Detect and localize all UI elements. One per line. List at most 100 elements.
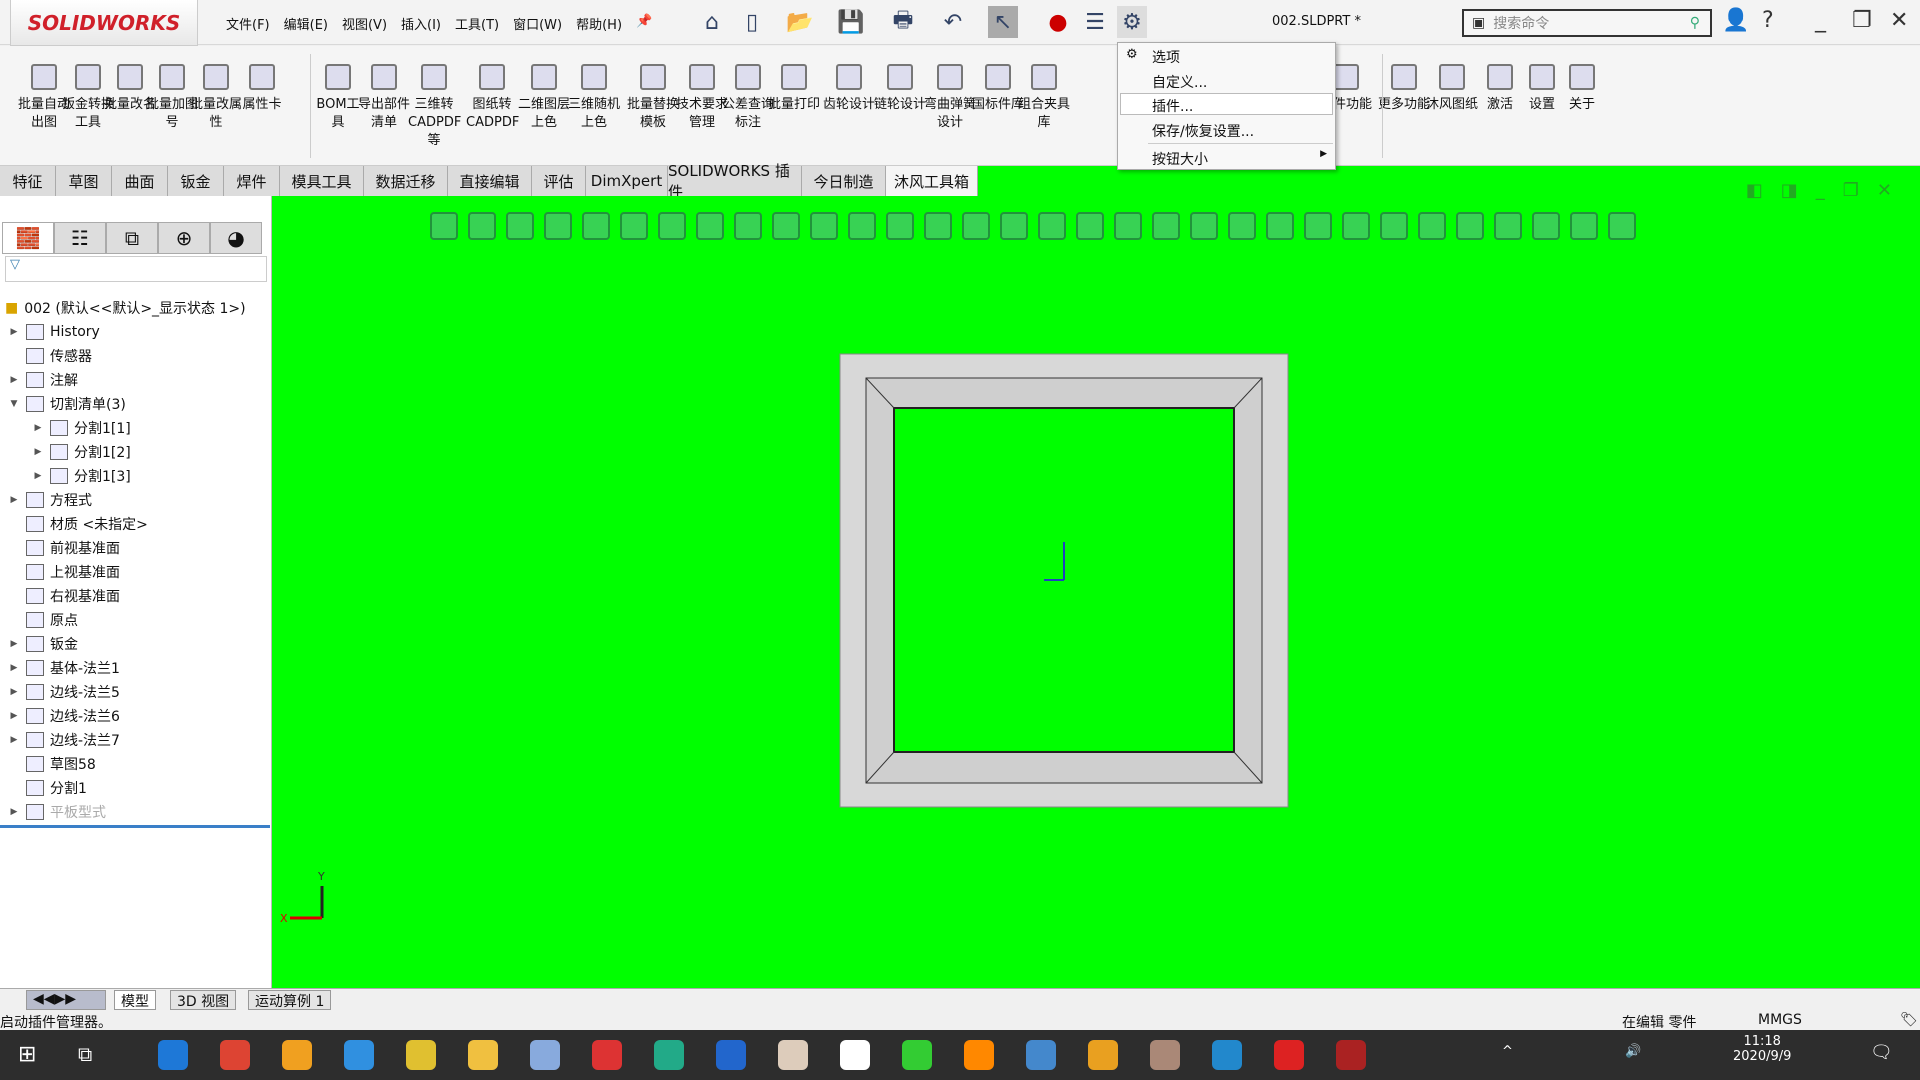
heads-up-tool-icon[interactable] [696,212,724,240]
taskbar-app-icon[interactable] [902,1040,932,1070]
taskbar-app-icon[interactable] [344,1040,374,1070]
tab-8[interactable]: 评估 [532,166,586,196]
select-icon[interactable]: ↖ [988,6,1018,38]
tree-item[interactable]: ▶ 平板型式 [8,800,106,824]
tree-item[interactable]: ▶ 边线-法兰7 [8,728,120,752]
units-selector[interactable]: MMGS [1758,1012,1802,1028]
tab-4[interactable]: 焊件 [224,166,280,196]
taskbar-app-icon[interactable] [1336,1040,1366,1070]
tree-root[interactable]: ■ 002 (默认<<默认>_显示状态 1>) [5,296,246,320]
expand-arrow-icon[interactable]: ▼ [8,399,20,409]
menu-item-customize[interactable]: 自定义... [1152,72,1207,92]
ribbon-button[interactable]: 公差查询标注 [722,64,774,132]
menu-insert[interactable]: 插入(I) [401,14,441,33]
viewport-window-controls[interactable]: ◧◨_❐✕ [1746,180,1910,201]
clock[interactable]: 11:18 2020/9/9 [1733,1034,1791,1064]
options-gear-icon[interactable]: ⚙ [1117,6,1147,38]
ribbon-button[interactable]: 弯曲弹簧设计 [924,64,976,132]
restore-button[interactable]: ❐ [1852,8,1872,33]
filter-input[interactable]: ▽ [5,256,267,282]
ribbon-button[interactable]: 链轮设计 [874,64,926,114]
expand-arrow-icon[interactable]: ▶ [8,711,20,721]
help-icon[interactable]: ? [1762,8,1774,33]
heads-up-tool-icon[interactable] [1494,212,1522,240]
task-view-icon[interactable]: ⧉ [78,1042,92,1066]
heads-up-tool-icon[interactable] [1152,212,1180,240]
tree-item[interactable]: ▶ 分割1[2] [32,440,131,464]
ribbon-button[interactable]: 国标件库 [972,64,1024,114]
heads-up-tool-icon[interactable] [544,212,572,240]
expand-arrow-icon[interactable]: ▶ [8,807,20,817]
taskbar-app-icon[interactable] [654,1040,684,1070]
tree-item[interactable]: ▶ 边线-法兰6 [8,704,120,728]
taskbar-app-icon[interactable] [1150,1040,1180,1070]
taskbar-app-icon[interactable] [592,1040,622,1070]
undo-icon[interactable]: ↶ [938,6,968,38]
heads-up-tool-icon[interactable] [468,212,496,240]
heads-up-tool-icon[interactable] [1380,212,1408,240]
volume-icon[interactable]: 🔊 [1625,1044,1641,1059]
menu-item-addins[interactable]: 插件... [1152,96,1193,116]
heads-up-tool-icon[interactable] [1000,212,1028,240]
heads-up-tool-icon[interactable] [430,212,458,240]
ribbon-button[interactable]: 批量替换模板 [627,64,679,132]
taskbar-app-icon[interactable] [716,1040,746,1070]
heads-up-tool-icon[interactable] [506,212,534,240]
taskbar-app-icon[interactable] [220,1040,250,1070]
ribbon-button[interactable]: 二维图层上色 [518,64,570,132]
ribbon-button[interactable]: 三维转CADPDF等 [408,64,461,150]
dimxpert-manager-tab-icon[interactable]: ⊕ [158,222,210,254]
heads-up-tool-icon[interactable] [924,212,952,240]
tree-item[interactable]: ▶ 分割1[3] [32,464,131,488]
heads-up-tool-icon[interactable] [886,212,914,240]
expand-arrow-icon[interactable]: ▶ [8,495,20,505]
open-icon[interactable]: 📂 [785,6,815,38]
ribbon-button[interactable]: 更多功能 [1378,64,1430,114]
heads-up-tool-icon[interactable] [848,212,876,240]
menu-item-save-restore-settings[interactable]: 保存/恢复设置... [1152,121,1254,141]
heads-up-tool-icon[interactable] [810,212,838,240]
rollback-bar[interactable] [0,825,270,828]
display-manager-tab-icon[interactable]: ◕ [210,222,262,254]
tree-item[interactable]: ▶ History [8,320,100,344]
tree-item[interactable]: ▶ 边线-法兰5 [8,680,120,704]
ribbon-button[interactable]: BOM工具 [312,64,364,132]
heads-up-tool-icon[interactable] [620,212,648,240]
save-icon[interactable]: 💾 [836,6,866,38]
taskbar-app-icon[interactable] [282,1040,312,1070]
heads-up-tool-icon[interactable] [1076,212,1104,240]
minimize-button[interactable]: _ [1815,8,1826,33]
pin-icon[interactable]: 📌 [636,14,652,33]
menu-tools[interactable]: 工具(T) [455,14,499,33]
tag-icon[interactable]: 🏷 [1900,1012,1918,1028]
menu-view[interactable]: 视图(V) [342,14,387,33]
expand-arrow-icon[interactable]: ▶ [8,663,20,673]
heads-up-tool-icon[interactable] [1114,212,1142,240]
heads-up-tool-icon[interactable] [1456,212,1484,240]
tab-7[interactable]: 直接编辑 [448,166,532,196]
ribbon-button[interactable]: 图纸转CADPDF [466,64,519,132]
notification-icon[interactable]: 🗨 [1870,1042,1893,1063]
windows-start-icon[interactable]: ⊞ [18,1042,36,1067]
home-icon[interactable]: ⌂ [697,6,727,38]
tab-1[interactable]: 草图 [56,166,112,196]
heads-up-tool-icon[interactable] [582,212,610,240]
tab-motion-study[interactable]: 运动算例 1 [248,990,332,1010]
tree-item[interactable]: ▶ 基体-法兰1 [8,656,120,680]
tree-item[interactable]: 上视基准面 [8,560,120,584]
menu-help[interactable]: 帮助(H) [576,14,622,33]
expand-arrow-icon[interactable]: ▶ [8,735,20,745]
property-manager-tab-icon[interactable]: ☷ [54,222,106,254]
taskbar-app-icon[interactable] [1026,1040,1056,1070]
tab-0[interactable]: 特征 [0,166,56,196]
taskbar-app-icon[interactable] [530,1040,560,1070]
tree-item[interactable]: 前视基准面 [8,536,120,560]
taskbar-app-icon[interactable] [840,1040,870,1070]
tree-item[interactable]: ▼ 切割清单(3) [8,392,126,416]
tab-3d-view[interactable]: 3D 视图 [170,990,237,1010]
ribbon-button[interactable]: 批量改属性 [190,64,242,132]
tab-3[interactable]: 钣金 [168,166,224,196]
taskbar-app-icon[interactable] [468,1040,498,1070]
ribbon-button[interactable]: 组合夹具库 [1018,64,1070,132]
tab-6[interactable]: 数据迁移 [364,166,448,196]
